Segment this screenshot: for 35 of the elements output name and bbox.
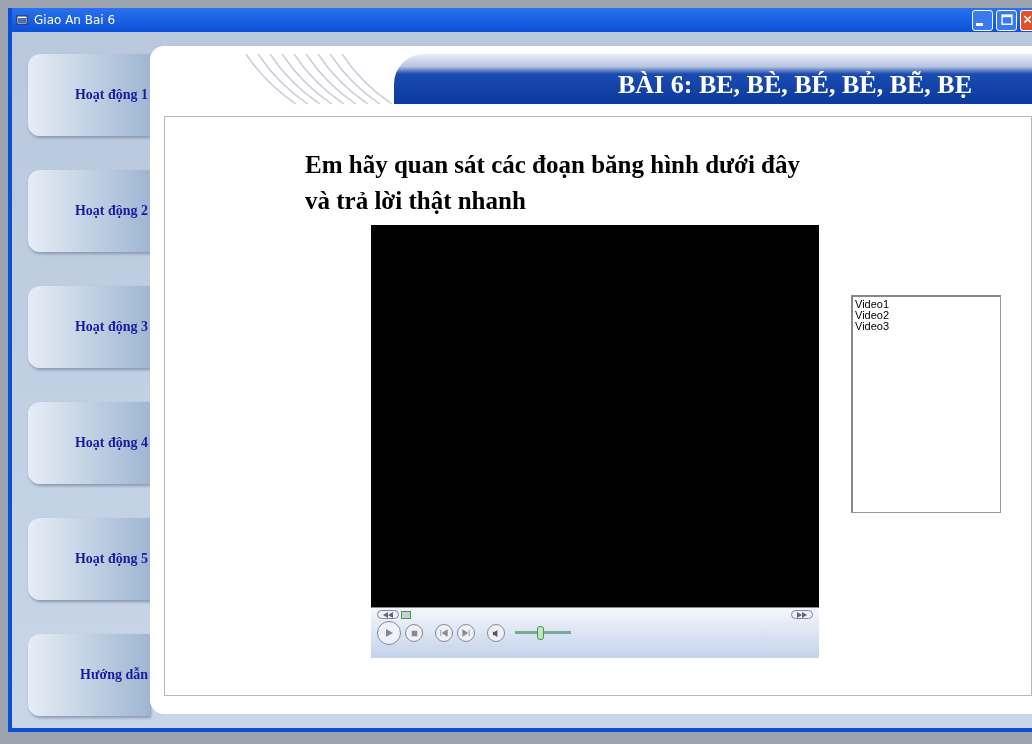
minimize-button[interactable] (972, 9, 993, 31)
stop-icon (410, 629, 418, 637)
app-icon (16, 14, 28, 26)
fast-forward-button[interactable] (791, 610, 813, 619)
activity-button[interactable]: Hoạt động 2 (28, 170, 150, 252)
next-button[interactable] (457, 624, 475, 642)
next-icon (462, 629, 470, 637)
mute-button[interactable] (487, 624, 505, 642)
close-button[interactable] (1020, 9, 1032, 31)
volume-handle[interactable] (536, 626, 544, 640)
activity-button[interactable]: Hoạt động 4 (28, 402, 150, 484)
video-list[interactable]: Video1 Video2 Video3 (851, 295, 1001, 513)
maximize-button[interactable] (996, 9, 1017, 31)
maximize-icon (999, 13, 1014, 27)
play-button[interactable] (377, 621, 401, 645)
instruction-text: Em hãy quan sát các đoạn băng hình dưới đây (305, 150, 801, 180)
fast-forward-icon (797, 611, 807, 618)
activity-button[interactable]: Hoạt động 1 (28, 54, 150, 136)
minimize-icon (976, 22, 983, 26)
video-list-item[interactable]: Video3 (855, 321, 998, 332)
rewind-icon (383, 611, 393, 618)
lesson-title: BÀI 6: BE, BÈ, BÉ, BẺ, BẼ, BẸ (618, 70, 972, 100)
activity-button[interactable]: Hướng dẫn (28, 634, 150, 716)
activity-button[interactable]: Hoạt động 3 (28, 286, 150, 368)
video-list-item[interactable]: Video2 (855, 310, 998, 321)
previous-icon (440, 629, 448, 637)
window-title: Giao An Bai 6 (34, 13, 116, 27)
video-list-item[interactable]: Video1 (855, 299, 998, 310)
activity-button[interactable]: Hoạt động 5 (28, 518, 150, 600)
instruction-text: và trả lời thật nhanh (305, 186, 527, 216)
previous-button[interactable] (435, 624, 453, 642)
stop-button[interactable] (405, 624, 423, 642)
seek-handle[interactable] (401, 610, 411, 619)
play-icon (384, 628, 394, 638)
rewind-button[interactable] (377, 610, 399, 619)
